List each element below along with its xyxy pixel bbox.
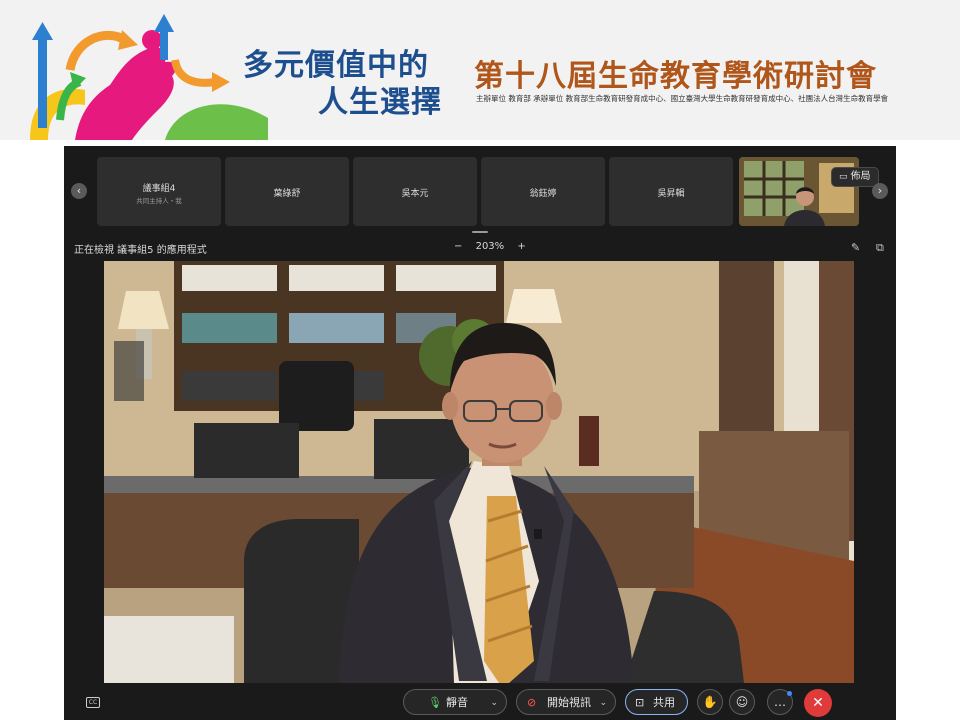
raise-hand-button[interactable]: ✋ — [697, 689, 723, 715]
popout-icon[interactable]: ⧉ — [876, 241, 884, 255]
strip-next-button[interactable]: › — [872, 183, 888, 199]
strip-resize-handle[interactable] — [472, 231, 488, 233]
participant-name: 議事組4 — [142, 184, 176, 194]
reactions-button[interactable]: ☺ — [729, 689, 755, 715]
banner-theme-line-2: 人生選擇 — [318, 85, 442, 120]
participant-role: 共同主持人・我 — [136, 197, 182, 205]
share-screen-icon: ⊡ — [635, 696, 645, 709]
hand-icon: ✋ — [702, 695, 718, 709]
share-label: 共用 — [653, 696, 675, 709]
participant-name: 吳本元 — [401, 189, 429, 199]
smiley-icon: ☺ — [735, 695, 749, 709]
mute-label: 靜音 — [446, 696, 468, 709]
conference-logo — [30, 14, 268, 140]
close-icon: ✕ — [812, 695, 824, 711]
microphone-icon: 🎙 — [428, 696, 442, 709]
shared-video-frame — [104, 261, 854, 683]
leave-meeting-button[interactable]: ✕ — [804, 689, 832, 717]
chevron-down-icon[interactable]: ⌄ — [599, 690, 607, 716]
viewing-label: 正在檢視 議事組5 的應用程式 — [74, 245, 207, 256]
participant-tile[interactable]: 議事組4 共同主持人・我 — [97, 157, 221, 226]
sponsor-line: 主辦單位 教育部 承辦單位 教育部生命教育研發育成中心、國立臺灣大學生命教育研發… — [476, 94, 889, 103]
layout-icon: ▭ — [839, 172, 848, 182]
notification-dot — [787, 691, 792, 696]
start-video-label: 開始視訊 — [547, 696, 591, 709]
participant-tile[interactable]: 翁鈺婷 — [481, 157, 605, 226]
participant-name: 吳昇輯 — [657, 189, 685, 199]
participant-name: 葉綠舒 — [273, 189, 301, 199]
participant-tile[interactable]: 葉綠舒 — [225, 157, 349, 226]
layout-button[interactable]: ▭ 佈局 — [831, 167, 879, 187]
start-video-button[interactable]: ⊘ 開始視訊 ⌄ — [516, 689, 616, 715]
zoom-controls: − 203% + — [449, 241, 531, 252]
closed-captions-icon[interactable]: CC — [86, 697, 100, 708]
zoom-level: 203% — [475, 241, 505, 252]
conference-title: 第十八屆生命教育學術研討會 — [474, 59, 877, 94]
video-off-icon: ⊘ — [527, 696, 537, 709]
zoom-out-button[interactable]: − — [454, 241, 462, 252]
shared-screen — [104, 261, 854, 683]
more-icon: … — [774, 695, 786, 709]
mute-button[interactable]: 🎙 靜音 ⌄ — [403, 689, 507, 715]
participant-tile[interactable]: 吳昇輯 — [609, 157, 733, 226]
zoom-in-button[interactable]: + — [517, 241, 525, 252]
annotate-icon[interactable]: ✎ — [851, 241, 860, 254]
chevron-down-icon[interactable]: ⌄ — [490, 690, 498, 716]
strip-prev-button[interactable]: ‹ — [71, 183, 87, 199]
meeting-window: ‹ 議事組4 共同主持人・我 葉綠舒 吳本元 翁鈺婷 吳昇輯 ▭ 佈局 › 正在… — [64, 146, 896, 720]
conference-banner: 多元價值中的 人生選擇 第十八屆生命教育學術研討會 主辦單位 教育部 承辦單位 … — [0, 0, 960, 140]
share-button[interactable]: ⊡ 共用 — [625, 689, 688, 715]
layout-label: 佈局 — [850, 171, 871, 182]
participant-tile[interactable]: 吳本元 — [353, 157, 477, 226]
participant-name: 翁鈺婷 — [529, 189, 557, 199]
